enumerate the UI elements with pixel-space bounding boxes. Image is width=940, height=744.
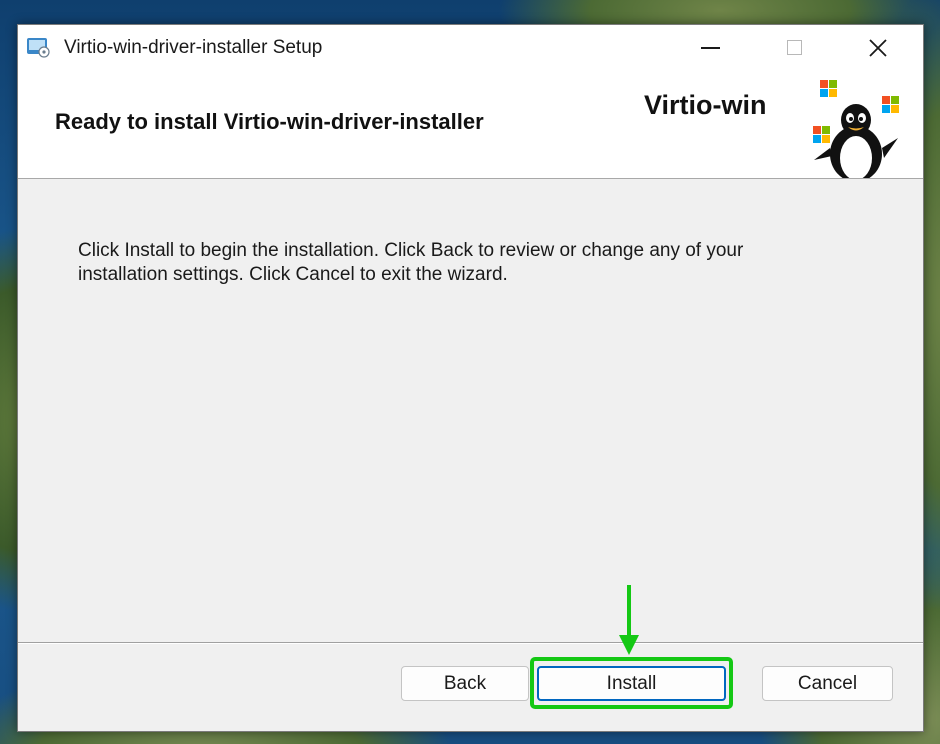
- instructions-text: Click Install to begin the installation.…: [78, 240, 744, 285]
- back-button[interactable]: Back: [401, 666, 529, 701]
- install-button[interactable]: Install: [537, 666, 726, 701]
- footer-divider: [18, 642, 923, 644]
- title-bar[interactable]: Virtio-win-driver-installer Setup: [18, 25, 923, 70]
- minimize-icon: [700, 46, 720, 49]
- maximize-icon: [786, 40, 802, 55]
- windows-logo-icon: [820, 80, 837, 97]
- maximize-button: [752, 25, 836, 70]
- close-icon: [869, 38, 887, 57]
- installer-icon: [27, 38, 50, 58]
- down-arrow-icon: [619, 585, 639, 655]
- setup-window: Virtio-win-driver-installer Setup Ready …: [17, 24, 924, 732]
- cancel-button[interactable]: Cancel: [762, 666, 893, 701]
- header-banner: Ready to install Virtio-win-driver-insta…: [18, 70, 923, 179]
- tux-windows-logo-icon: [813, 80, 899, 178]
- brand-name: Virtio-win: [644, 90, 767, 120]
- window-title: Virtio-win-driver-installer Setup: [64, 37, 323, 58]
- minimize-button[interactable]: [668, 25, 752, 70]
- close-button[interactable]: [836, 25, 920, 70]
- page-title: Ready to install Virtio-win-driver-insta…: [55, 109, 484, 134]
